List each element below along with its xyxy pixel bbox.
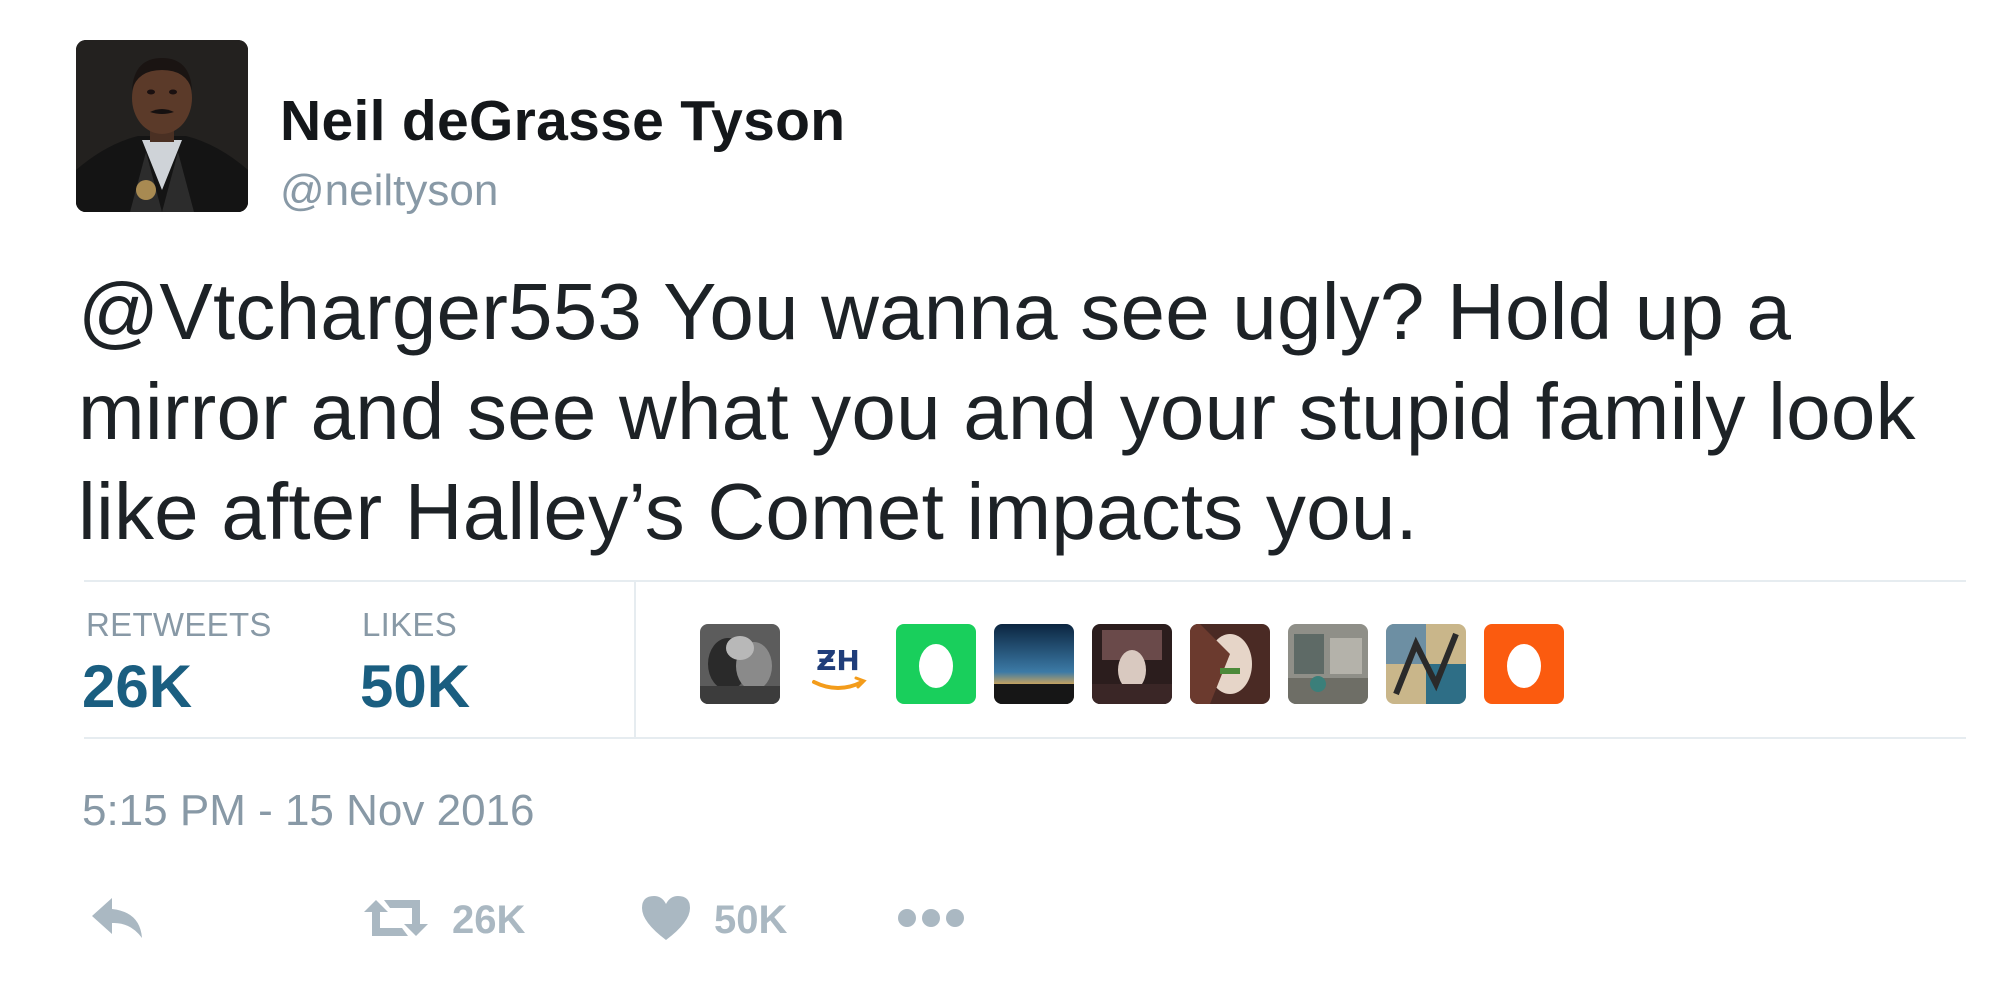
stats-divider-vertical — [634, 582, 636, 737]
tweet-timestamp[interactable]: 5:15 PM - 15 Nov 2016 — [82, 786, 534, 836]
like-count: 50K — [714, 897, 788, 942]
author-display-name[interactable]: Neil deGrasse Tyson — [280, 88, 845, 154]
collage-avatar[interactable] — [1386, 624, 1466, 704]
bw-photo-avatar[interactable] — [700, 624, 780, 704]
retweet-arrows-icon — [362, 894, 430, 947]
concert-photo-avatar[interactable] — [1092, 624, 1172, 704]
stats-divider-top — [84, 580, 1966, 582]
author-handle[interactable]: @neiltyson — [280, 166, 498, 216]
stats-divider-bottom — [84, 737, 1966, 739]
retweet-count: 26K — [452, 897, 526, 942]
zh-logo-avatar[interactable]: ƵH — [798, 624, 878, 704]
retweet-button[interactable]: 26K — [362, 890, 525, 950]
more-dots-icon — [896, 906, 966, 935]
reply-arrow-icon — [90, 894, 146, 947]
likes-label: LIKES — [362, 606, 458, 643]
street-photo-avatar[interactable] — [1288, 624, 1368, 704]
likes-count[interactable]: 50K — [360, 652, 470, 721]
like-button[interactable]: 50K — [640, 890, 787, 950]
retweets-count[interactable]: 26K — [82, 652, 192, 721]
portrait-photo-avatar[interactable] — [1190, 624, 1270, 704]
tweet-text: @Vtcharger553 You wanna see ugly? Hold u… — [78, 267, 1916, 556]
reply-button[interactable] — [90, 890, 146, 950]
more-button[interactable] — [896, 890, 966, 950]
default-egg-avatar-orange[interactable] — [1484, 624, 1564, 704]
retweets-label: RETWEETS — [86, 606, 272, 643]
svg-text:ƵH: ƵH — [816, 644, 860, 677]
liker-avatars: ƵH — [700, 624, 1564, 704]
sunset-landscape-avatar[interactable] — [994, 624, 1074, 704]
author-avatar[interactable] — [76, 40, 248, 212]
tweet-card: Neil deGrasse Tyson @neiltyson @Vtcharge… — [0, 0, 2000, 1000]
heart-icon — [640, 894, 692, 947]
default-egg-avatar-green[interactable] — [896, 624, 976, 704]
